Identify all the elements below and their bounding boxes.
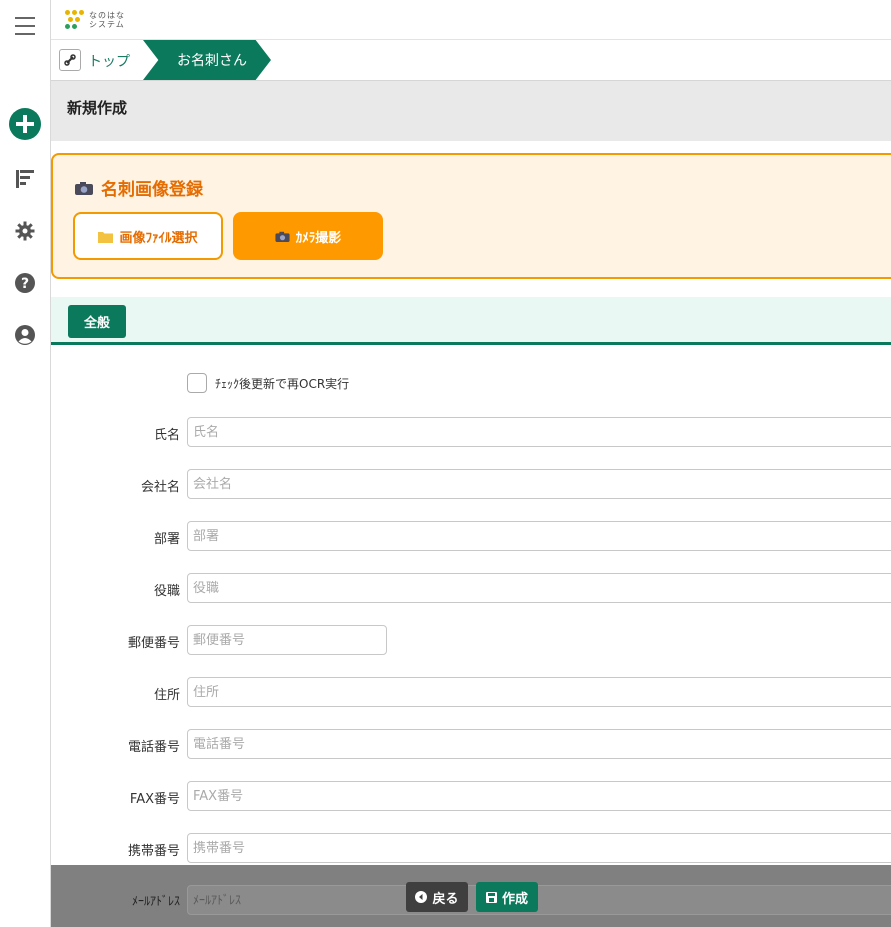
department-row: 部署 [51, 521, 891, 551]
email-row: ﾒｰﾙｱﾄﾞﾚｽ [51, 885, 891, 915]
logo-line-1: なのはな [89, 11, 125, 20]
mobile-input[interactable] [187, 833, 891, 863]
sidebar: ? [0, 0, 51, 927]
company-row: 会社名 [51, 469, 891, 499]
svg-text:?: ? [21, 276, 29, 292]
back-button-label: 戻る [432, 891, 459, 907]
name-input[interactable] [187, 417, 891, 447]
camera-capture-button[interactable]: ｶﾒﾗ撮影 [233, 212, 383, 260]
settings-button[interactable] [0, 218, 50, 244]
plus-circle-icon [9, 108, 41, 140]
postal-code-label: 郵便番号 [127, 636, 180, 651]
select-image-file-label: 画像ﾌｧｲﾙ選択 [119, 230, 198, 246]
help-icon: ? [15, 273, 35, 293]
email-input[interactable] [187, 885, 891, 915]
top-header: なのはな システム [51, 0, 891, 40]
sort-list-button[interactable] [0, 166, 50, 192]
ocr-recheck-row: ﾁｪｯｸ後更新で再OCR実行 [187, 373, 349, 393]
logo-text: なのはな システム [89, 11, 125, 29]
address-label: 住所 [153, 688, 180, 703]
ocr-recheck-checkbox[interactable] [187, 373, 207, 393]
mobile-label: 携帯番号 [127, 844, 180, 859]
position-label: 役職 [153, 584, 180, 599]
hamburger-icon [15, 14, 35, 38]
company-label: 会社名 [140, 480, 180, 495]
department-label: 部署 [153, 532, 180, 547]
card-register-title: 名刺画像登録 [75, 175, 203, 200]
ocr-recheck-label: ﾁｪｯｸ後更新で再OCR実行 [215, 376, 350, 391]
card-register-title-text: 名刺画像登録 [101, 180, 203, 200]
tab-bar: 全般 [51, 297, 891, 345]
card-form: ﾁｪｯｸ後更新で再OCR実行 氏名 会社名 部署 役職 郵便番号 住所 電話番号… [51, 348, 891, 927]
camera-icon [275, 231, 290, 242]
flower-logo-icon [65, 10, 85, 30]
back-button[interactable]: 戻る [406, 882, 468, 912]
sort-list-icon [16, 170, 34, 188]
position-row: 役職 [51, 573, 891, 603]
phone-input[interactable] [187, 729, 891, 759]
email-label: ﾒｰﾙｱﾄﾞﾚｽ [131, 894, 180, 908]
breadcrumb: トップ お名刺さん [51, 40, 891, 81]
link-icon[interactable] [59, 49, 81, 71]
camera-icon [75, 181, 93, 195]
page-title: 新規作成 [67, 99, 128, 117]
user-icon [15, 325, 35, 345]
fax-row: FAX番号 [51, 781, 891, 811]
tab-general[interactable]: 全般 [68, 305, 126, 338]
help-button[interactable]: ? [0, 270, 50, 296]
brand-logo[interactable]: なのはな システム [65, 10, 125, 30]
name-row: 氏名 [51, 417, 891, 447]
postal-code-row: 郵便番号 [51, 625, 891, 655]
gear-icon [15, 221, 35, 241]
postal-code-input[interactable] [187, 625, 387, 655]
logo-line-2: システム [89, 20, 125, 29]
select-image-file-button[interactable]: 画像ﾌｧｲﾙ選択 [73, 212, 223, 260]
name-label: 氏名 [153, 428, 180, 443]
position-input[interactable] [187, 573, 891, 603]
menu-toggle-button[interactable] [0, 12, 50, 40]
breadcrumb-current: お名刺さん [143, 40, 271, 80]
phone-label: 電話番号 [127, 740, 180, 755]
create-button-label: 作成 [501, 891, 528, 907]
fax-label: FAX番号 [129, 792, 180, 807]
arrow-left-circle-icon [415, 891, 428, 903]
fax-input[interactable] [187, 781, 891, 811]
address-row: 住所 [51, 677, 891, 707]
breadcrumb-top-link[interactable]: トップ [88, 51, 130, 71]
phone-row: 電話番号 [51, 729, 891, 759]
save-disk-icon [485, 891, 497, 903]
create-button[interactable]: 作成 [476, 882, 538, 912]
folder-icon [98, 231, 114, 243]
camera-capture-label: ｶﾒﾗ撮影 [295, 230, 342, 246]
mobile-row: 携帯番号 [51, 833, 891, 863]
company-input[interactable] [187, 469, 891, 499]
department-input[interactable] [187, 521, 891, 551]
page-title-band: 新規作成 [51, 81, 891, 141]
add-new-button[interactable] [0, 106, 50, 142]
account-button[interactable] [0, 322, 50, 348]
action-bar: ﾒｰﾙｱﾄﾞﾚｽ 戻る 作成 [51, 865, 891, 927]
card-image-register-panel: 名刺画像登録 画像ﾌｧｲﾙ選択 ｶﾒﾗ撮影 [51, 153, 891, 279]
address-input[interactable] [187, 677, 891, 707]
